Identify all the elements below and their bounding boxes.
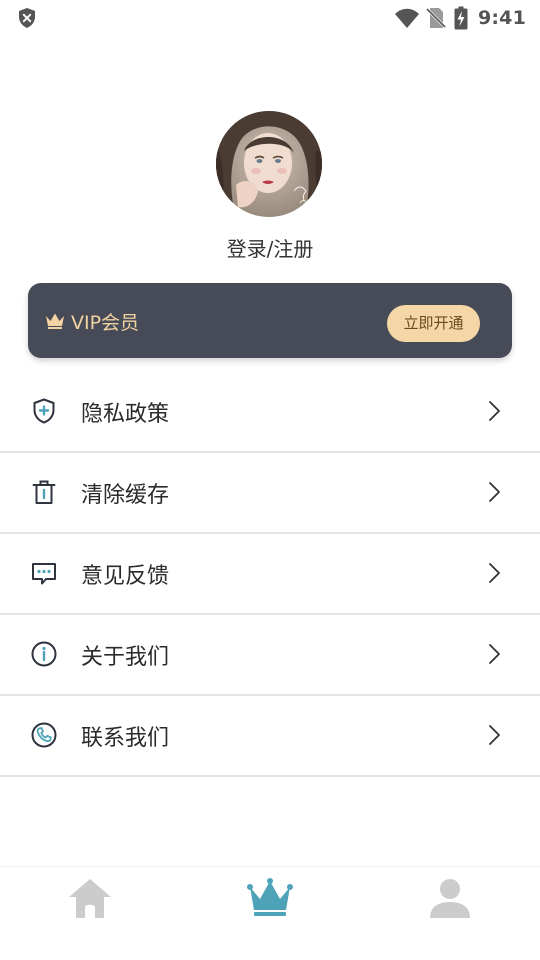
- chevron-right-icon: [487, 643, 501, 665]
- menu-item-about-us[interactable]: 关于我们: [0, 614, 540, 696]
- shield-x-icon: [16, 7, 38, 29]
- menu-label: 关于我们: [81, 645, 170, 670]
- trash-icon: [30, 478, 58, 506]
- menu-item-feedback[interactable]: 意见反馈: [0, 533, 540, 615]
- menu-item-contact-us[interactable]: 联系我们: [0, 695, 540, 777]
- vip-activate-button[interactable]: 立即开通: [387, 305, 480, 342]
- home-icon: [69, 879, 111, 918]
- crown-icon: [247, 878, 293, 916]
- shield-plus-icon: [30, 397, 58, 425]
- menu-label: 联系我们: [81, 726, 170, 751]
- screen: 9:41 登录/注册 VIP会员 立即开通 隐私政策 清除缓存 意见反馈 关于我…: [0, 0, 540, 960]
- phone-icon: [30, 721, 58, 749]
- user-icon: [430, 879, 470, 918]
- menu-item-clear-cache[interactable]: 清除缓存: [0, 452, 540, 534]
- menu-label: 意见反馈: [81, 564, 170, 589]
- menu-label: 清除缓存: [81, 483, 170, 508]
- login-register-link[interactable]: 登录/注册: [0, 233, 540, 262]
- status-bar: 9:41: [0, 0, 540, 36]
- avatar[interactable]: [216, 111, 322, 217]
- vip-label: VIP会员: [71, 312, 140, 334]
- chevron-right-icon: [487, 400, 501, 422]
- chevron-right-icon: [487, 724, 501, 746]
- crown-icon: [45, 312, 65, 329]
- wifi-icon: [394, 7, 420, 29]
- menu-label: 隐私政策: [81, 402, 170, 427]
- status-icons: 9:41: [394, 4, 526, 32]
- vip-card[interactable]: VIP会员 立即开通: [28, 283, 512, 358]
- battery-charging-icon: [454, 6, 468, 30]
- status-time: 9:41: [477, 7, 526, 29]
- tab-home[interactable]: [0, 867, 180, 960]
- tab-profile[interactable]: [360, 867, 540, 960]
- chevron-right-icon: [487, 481, 501, 503]
- no-sim-icon: [425, 7, 446, 29]
- tab-vip[interactable]: [180, 867, 360, 960]
- bottom-nav: [0, 866, 540, 960]
- chevron-right-icon: [487, 562, 501, 584]
- info-icon: [30, 640, 58, 668]
- chat-bubble-icon: [30, 559, 58, 587]
- menu-item-privacy-policy[interactable]: 隐私政策: [0, 371, 540, 453]
